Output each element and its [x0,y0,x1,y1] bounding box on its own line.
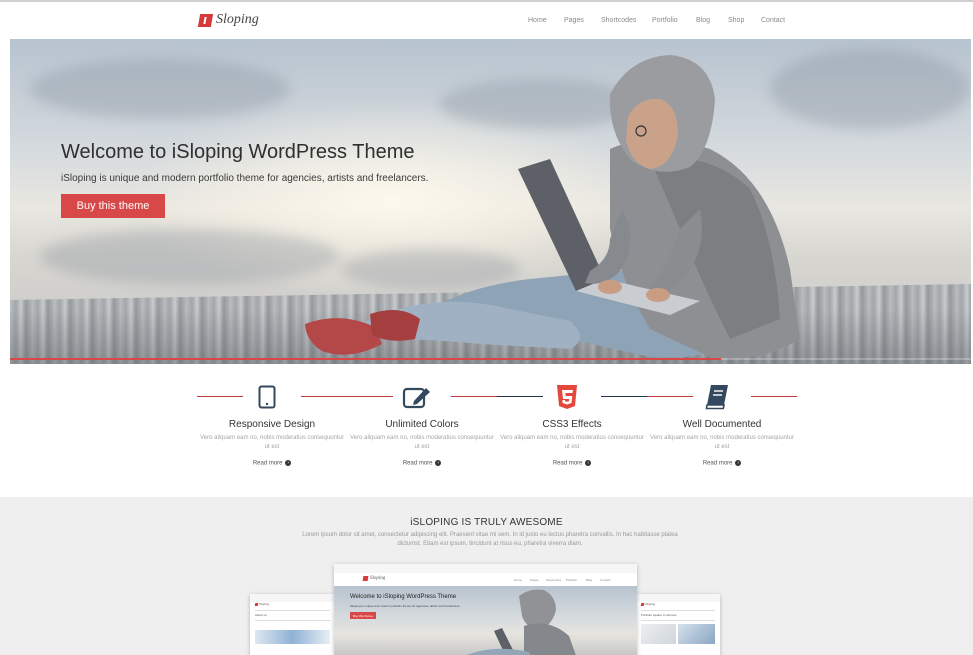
read-more-label: Read more [552,460,583,467]
feature-divider-right [601,396,647,397]
nav-item-shop[interactable]: Shop [728,17,744,24]
read-more-link[interactable]: Read more › [197,460,347,467]
preview-right-screen: iSloping Portfolio square 4 columns [636,594,720,655]
arrow-right-icon: › [285,460,292,466]
tablet-icon [252,384,282,410]
preview-left-screen: iSloping About us [250,594,335,655]
feature-divider-left [647,396,693,397]
preview-hero: Welcome to iSloping WordPress Theme iSlo… [334,586,637,655]
arrow-right-icon: › [435,460,442,466]
nav-item-pages[interactable]: Pages [564,17,584,24]
read-more-link[interactable]: Read more › [497,460,647,467]
buy-theme-button[interactable]: Buy this theme [61,194,165,218]
preview-topbar [334,564,637,573]
feature-css3-effects: CSS3 Effects Vero aliquam eam no, nobis … [497,364,647,497]
nav-item-home[interactable]: Home [528,17,547,24]
preview-hero-button: Buy this theme [350,612,376,619]
preview-heading: About us [255,613,267,617]
slider-progress-track [10,358,971,360]
nav-item-blog[interactable]: Blog [696,17,710,24]
feature-divider-right [301,396,347,397]
divider [641,610,715,611]
preview-topbar [636,594,720,602]
read-more-label: Read more [402,460,433,467]
hero-slider: Welcome to iSloping WordPress Theme iSlo… [10,39,971,364]
preview-nav-item: Shortcodes [546,578,562,582]
nav-item-portfolio[interactable]: Portfolio [652,17,678,24]
hero-title: Welcome to iSloping WordPress Theme [61,141,415,163]
nav-item-shortcodes[interactable]: Shortcodes [601,17,636,24]
preview-nav-item: Home [514,578,523,582]
page: Sloping Home Pages Shortcodes Portfolio … [0,0,973,655]
feature-description: Vero aliquam eam no, nobis moderatius co… [350,435,494,450]
features-section: Responsive Design Vero aliquam eam no, n… [0,364,973,497]
feature-divider-right [451,396,497,397]
feature-description: Vero aliquam eam no, nobis moderatius co… [200,435,344,450]
preview-logo: iSloping [640,602,656,606]
slider-progress-fill [10,358,722,360]
preview-nav-item: Portfolio [566,578,578,582]
preview-center-screen: Sloping Home Pages Shortcodes Portfolio … [334,564,637,655]
main-nav: Home Pages Shortcodes Portfolio Blog Sho… [0,17,973,29]
read-more-link[interactable]: Read more › [347,460,497,467]
site-header: Sloping Home Pages Shortcodes Portfolio … [0,2,973,39]
preview-image [678,624,715,644]
feature-title: Unlimited Colors [385,419,459,430]
preview-logo-text: iSloping [645,602,656,606]
feature-title: Responsive Design [228,419,316,430]
feature-responsive-design: Responsive Design Vero aliquam eam no, n… [197,364,347,497]
book-icon [702,384,732,410]
preview-logo: iSloping [254,602,270,606]
preview-heading: Portfolio square 4 columns [641,613,677,617]
read-more-label: Read more [702,460,733,467]
css3-icon [552,384,582,410]
divider [641,620,715,621]
preview-nav-item: Contact [600,578,611,582]
read-more-link[interactable]: Read more › [647,460,797,467]
feature-description: Vero aliquam eam no, nobis moderatius co… [500,435,644,450]
divider [255,610,330,611]
preview-image [255,630,330,644]
section-title: iSLOPING IS TRULY AWESOME [410,517,563,528]
preview-nav-item: Pages [530,578,539,582]
preview-nav-item: Blog [586,578,593,582]
hero-subtitle: iSloping is unique and modern portfolio … [61,173,429,184]
logo-mark-icon [362,576,369,581]
feature-description: Vero aliquam eam no, nobis moderatius co… [650,435,794,450]
read-more-label: Read more [252,460,283,467]
section-text: Lorem ipsum dolor sit amet, consectetur … [302,532,678,547]
feature-divider-left [347,396,393,397]
arrow-right-icon: › [735,460,742,466]
preview-hero-subtitle: iSloping is unique and modern portfolio … [350,604,461,608]
awesome-section: iSLOPING IS TRULY AWESOME Lorem ipsum do… [0,497,973,655]
arrow-right-icon: › [585,460,592,466]
nav-item-contact[interactable]: Contact [761,17,785,24]
feature-divider-left [497,396,543,397]
preview-logo-text: Sloping [370,576,386,581]
divider [255,620,330,621]
feature-unlimited-colors: Unlimited Colors Vero aliquam eam no, no… [347,364,497,497]
logo-mark-icon [640,602,645,606]
preview-hero-title: Welcome to iSloping WordPress Theme [350,594,457,600]
logo-mark-icon [254,602,259,606]
preview-topbar [250,594,335,602]
edit-icon [402,384,432,410]
feature-title: Well Documented [682,419,762,430]
feature-title: CSS3 Effects [542,419,602,430]
preview-logo: Sloping [362,576,386,581]
preview-logo-text: iSloping [259,602,270,606]
feature-divider-right [751,396,797,397]
preview-image [641,624,676,644]
feature-divider-left [197,396,243,397]
feature-well-documented: Well Documented Vero aliquam eam no, nob… [647,364,797,497]
